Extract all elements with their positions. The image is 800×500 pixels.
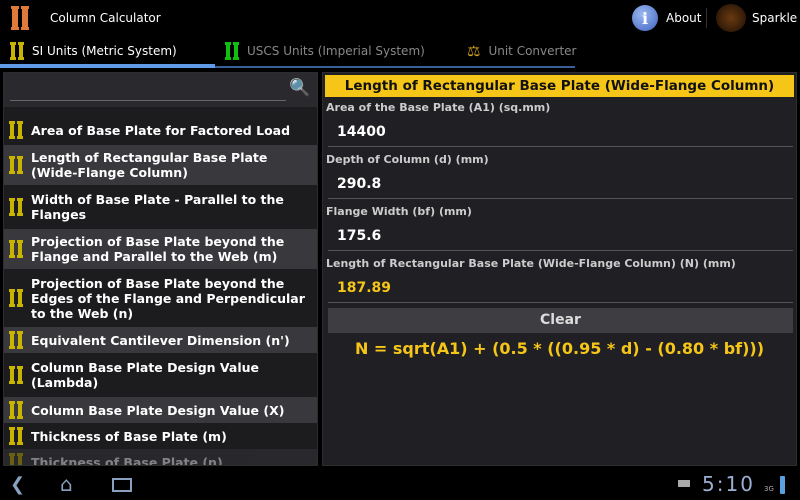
area-input[interactable]: 14400 — [328, 119, 793, 147]
column-icon — [9, 427, 23, 445]
list-item[interactable]: Width of Base Plate - Parallel to the Fl… — [4, 187, 317, 227]
column-icon — [9, 240, 23, 258]
sparkle-logo-icon — [716, 4, 746, 32]
search-bar: 🔍 — [4, 73, 317, 107]
formula-text: N = sqrt(A1) + (0.5 * ((0.95 * d) - (0.8… — [354, 339, 765, 358]
about-button[interactable]: i About — [632, 5, 701, 31]
list-item-label: Length of Rectangular Base Plate (Wide-F… — [31, 150, 268, 180]
network-type: 3G — [764, 485, 774, 493]
column-icon — [10, 42, 24, 60]
list-item-label: Projection of Base Plate beyond the Edge… — [31, 275, 305, 321]
list-item-label: Thickness of Base Plate (n) — [31, 454, 223, 466]
home-icon[interactable]: ⌂ — [60, 472, 73, 496]
keyboard-icon — [678, 480, 690, 487]
list-item[interactable]: Projection of Base Plate beyond the Flan… — [4, 229, 317, 269]
battery-icon — [780, 476, 785, 494]
list-item-label: Thickness of Base Plate (m) — [31, 428, 227, 444]
calculator-panel: Length of Rectangular Base Plate (Wide-F… — [322, 72, 797, 466]
list-item[interactable]: Column Base Plate Design Value (X) — [4, 397, 317, 423]
tab-si-units[interactable]: SI Units (Metric System) — [10, 36, 177, 66]
field-label-depth: Depth of Column (d) (mm) — [326, 153, 489, 166]
depth-input[interactable]: 290.8 — [328, 171, 793, 199]
column-icon — [9, 198, 23, 216]
sparkle-label: Sparkle — [752, 11, 798, 25]
column-icon — [9, 331, 23, 349]
list-item[interactable]: Area of Base Plate for Factored Load — [4, 117, 317, 143]
tab-label: Unit Converter — [488, 44, 577, 58]
search-icon[interactable]: 🔍 — [289, 78, 310, 98]
tab-unit-converter[interactable]: ⚖ Unit Converter — [467, 36, 576, 66]
field-label-area: Area of the Base Plate (A1) (sq.mm) — [326, 101, 551, 114]
result-output: 187.89 — [328, 275, 793, 303]
list-item-label: Width of Base Plate - Parallel to the Fl… — [31, 192, 284, 222]
info-icon: i — [632, 5, 658, 31]
column-icon — [9, 156, 23, 174]
list-item-label: Projection of Base Plate beyond the Flan… — [31, 234, 285, 264]
app-logo-icon — [11, 6, 29, 30]
column-icon — [225, 42, 239, 60]
about-label: About — [666, 11, 702, 25]
list-item-label: Area of Base Plate for Factored Load — [31, 122, 291, 138]
field-label-flange-width: Flange Width (bf) (mm) — [326, 205, 472, 218]
back-icon[interactable]: ❮ — [10, 474, 25, 495]
action-bar: Column Calculator i About Sparkle — [0, 0, 800, 36]
list-item-label: Column Base Plate Design Value (X) — [31, 402, 285, 418]
tab-label: USCS Units (Imperial System) — [247, 44, 425, 58]
scale-icon: ⚖ — [467, 42, 481, 60]
list-item[interactable]: Thickness of Base Plate (n) — [4, 449, 317, 466]
clock: 5:10 — [702, 472, 755, 496]
recent-apps-icon[interactable] — [112, 478, 132, 492]
formula-list-panel: 🔍 Area of Base Plate for Factored Load Le… — [3, 72, 318, 466]
calculator-title: Length of Rectangular Base Plate (Wide-F… — [325, 75, 794, 97]
field-label-result: Length of Rectangular Base Plate (Wide-F… — [326, 257, 736, 270]
list-item[interactable]: Length of Rectangular Base Plate (Wide-F… — [4, 145, 317, 185]
search-input[interactable] — [10, 81, 286, 101]
tab-label: SI Units (Metric System) — [32, 44, 177, 58]
divider — [706, 8, 707, 28]
list-item[interactable]: Thickness of Base Plate (m) — [4, 423, 317, 449]
column-icon — [9, 401, 23, 419]
clear-button[interactable]: Clear — [328, 308, 793, 333]
list-item[interactable]: Equivalent Cantilever Dimension (n') — [4, 327, 317, 353]
list-item[interactable]: Column Base Plate Design Value (Lambda) — [4, 355, 317, 395]
system-nav-bar: ❮ ⌂ 5:10 3G — [0, 470, 800, 500]
flange-width-input[interactable]: 175.6 — [328, 223, 793, 251]
app-title: Column Calculator — [50, 11, 161, 25]
column-icon — [9, 121, 23, 139]
list-item[interactable]: Projection of Base Plate beyond the Edge… — [4, 271, 317, 325]
sparkle-button[interactable]: Sparkle — [716, 4, 797, 32]
column-icon — [9, 289, 23, 307]
list-item-label: Column Base Plate Design Value (Lambda) — [31, 360, 260, 390]
column-icon — [9, 453, 23, 465]
tab-uscs-units[interactable]: USCS Units (Imperial System) — [225, 36, 425, 66]
column-icon — [9, 366, 23, 384]
list-item-label: Equivalent Cantilever Dimension (n') — [31, 332, 290, 348]
tab-selected-indicator — [0, 64, 215, 68]
